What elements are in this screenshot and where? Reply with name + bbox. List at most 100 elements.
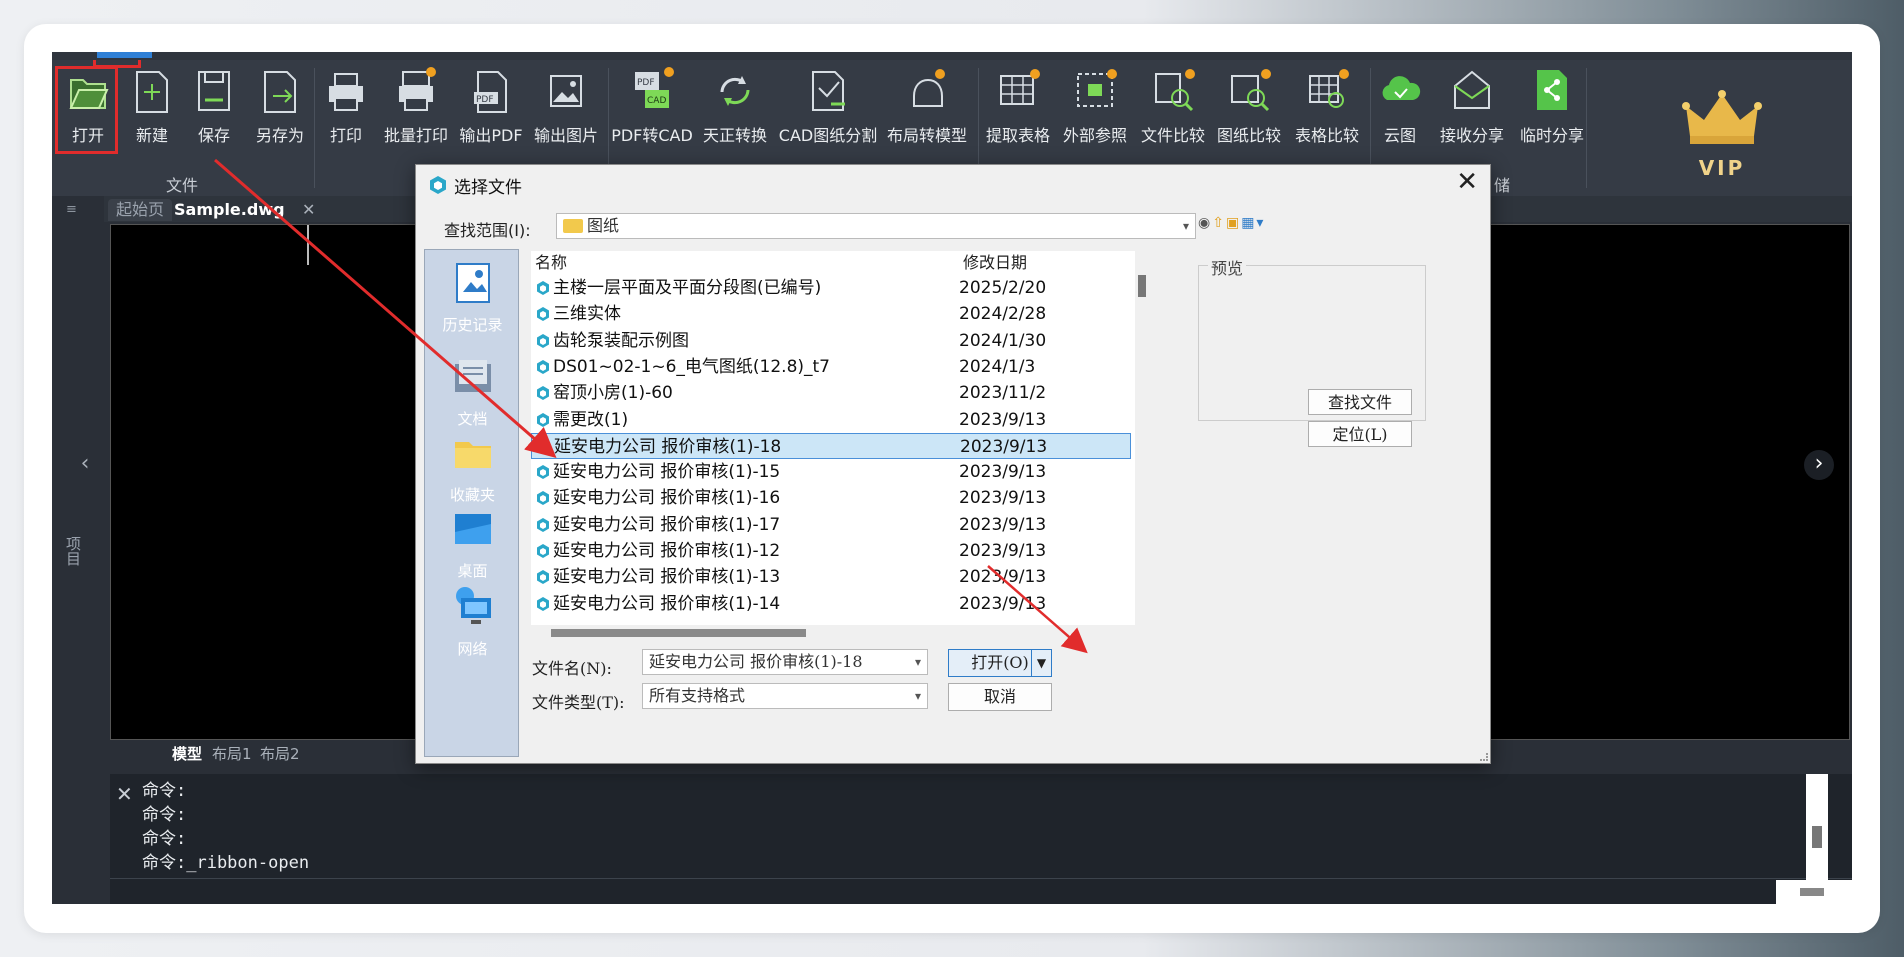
open-file-button[interactable]: 打开(O) ▼ bbox=[948, 649, 1052, 677]
command-scroll-thumb[interactable] bbox=[1812, 826, 1822, 848]
batch-print-button[interactable]: 批量打印 bbox=[378, 66, 454, 166]
up-folder-icon[interactable]: ⇧ bbox=[1212, 215, 1226, 231]
lookin-combo[interactable]: 图纸 ▾ bbox=[556, 213, 1196, 239]
close-command-icon[interactable]: ✕ bbox=[116, 782, 133, 806]
file-row[interactable]: 延安电力公司 报价审核(1)-12 2023/9/13 bbox=[531, 538, 1131, 564]
dwg-file-icon bbox=[537, 517, 549, 532]
chevron-down-icon[interactable]: ▾ bbox=[915, 650, 921, 674]
place-favorites[interactable]: 收藏夹 bbox=[425, 430, 520, 505]
place-documents[interactable]: 文档 bbox=[425, 354, 520, 429]
file-row[interactable]: 延安电力公司 报价审核(1)-15 2023/9/13 bbox=[531, 459, 1131, 485]
table-compare-icon bbox=[1304, 66, 1350, 116]
file-name: 主楼一层平面及平面分段图(已编号) bbox=[553, 278, 822, 298]
column-header-date[interactable]: 修改日期 bbox=[963, 251, 1027, 275]
find-file-button[interactable]: 查找文件(F)... bbox=[1308, 389, 1412, 438]
active-menu-tab[interactable] bbox=[97, 52, 152, 58]
file-row[interactable]: 三维实体 2024/2/28 bbox=[531, 301, 1131, 327]
xref-button[interactable]: 外部参照 bbox=[1058, 66, 1132, 166]
crown-icon bbox=[1682, 90, 1762, 144]
place-history[interactable]: 历史记录 bbox=[425, 260, 520, 335]
dialog-title: 选择文件 bbox=[454, 178, 522, 198]
pdf-to-cad-button[interactable]: PDF CAD PDF转CAD bbox=[610, 66, 694, 166]
dwg-file-icon bbox=[537, 491, 549, 506]
new-button[interactable]: 新建 bbox=[124, 66, 180, 166]
hscroll-thumb[interactable] bbox=[551, 629, 806, 637]
file-list-hscroll[interactable] bbox=[531, 625, 1135, 639]
file-date: 2023/9/13 bbox=[959, 593, 1047, 614]
batch-print-label: 批量打印 bbox=[383, 126, 448, 145]
dwg-file-icon bbox=[537, 359, 549, 374]
nav-right-icon[interactable]: › bbox=[1804, 450, 1834, 480]
print-button[interactable]: 打印 bbox=[320, 66, 372, 166]
left-side-panel[interactable]: ≡ 项目 bbox=[52, 196, 94, 904]
view-menu-icon[interactable]: ▦▾ bbox=[1241, 215, 1265, 231]
dialog-close-icon[interactable]: ✕ bbox=[1456, 167, 1478, 197]
file-name: 延安电力公司 报价审核(1)-12 bbox=[553, 541, 781, 561]
export-image-button[interactable]: 输出图片 bbox=[528, 66, 604, 166]
open-dropdown-icon[interactable]: ▼ bbox=[1031, 650, 1051, 676]
nav-left-icon[interactable]: ‹ bbox=[70, 450, 100, 480]
back-icon[interactable]: ◉ bbox=[1198, 215, 1212, 231]
file-name: DS01~02-1~6_电气图纸(12.8)_t7 bbox=[553, 356, 830, 377]
panel-menu-icon[interactable]: ≡ bbox=[66, 202, 77, 217]
file-row[interactable]: DS01~02-1~6_电气图纸(12.8)_t7 2024/1/3 bbox=[531, 354, 1131, 380]
tab-layout1[interactable]: 布局1 bbox=[212, 743, 252, 764]
chevron-down-icon[interactable]: ▾ bbox=[915, 684, 921, 708]
file-row[interactable]: 延安电力公司 报价审核(1)-13 2023/9/13 bbox=[531, 564, 1131, 590]
tab-start-page[interactable]: 起始页 bbox=[108, 199, 173, 221]
table-compare-button[interactable]: 表格比较 bbox=[1290, 66, 1364, 166]
save-as-button[interactable]: 另存为 bbox=[248, 66, 312, 166]
history-icon bbox=[451, 260, 495, 304]
filename-field[interactable]: 延安电力公司 报价审核(1)-18 ▾ bbox=[642, 649, 928, 675]
locate-button[interactable]: 定位(L) bbox=[1308, 421, 1412, 447]
cancel-button[interactable]: 取消 bbox=[948, 683, 1052, 711]
file-row[interactable]: 主楼一层平面及平面分段图(已编号) 2025/2/20 bbox=[531, 275, 1131, 301]
command-line-4: 命令:_ribbon-open bbox=[142, 853, 310, 873]
file-list[interactable]: 名称 修改日期 主楼一层平面及平面分段图(已编号) 2025/2/20 三维实体 20… bbox=[531, 251, 1135, 625]
vscroll-thumb[interactable] bbox=[1138, 275, 1146, 297]
file-date: 2023/9/13 bbox=[959, 488, 1047, 509]
folder-toolbar[interactable]: ◉⇧▣▦▾ bbox=[1198, 215, 1265, 231]
tianzheng-convert-button[interactable]: 天正转换 bbox=[698, 66, 772, 166]
place-network[interactable]: 网络 bbox=[425, 584, 520, 659]
cloud-button[interactable]: 云图 bbox=[1372, 66, 1428, 166]
save-as-icon bbox=[257, 66, 303, 116]
place-desktop[interactable]: 桌面 bbox=[425, 506, 520, 581]
save-icon bbox=[191, 66, 237, 116]
file-compare-button[interactable]: 文件比较 bbox=[1136, 66, 1210, 166]
open-highlight-box bbox=[55, 66, 118, 154]
command-window[interactable]: ✕ 命令: 命令: 命令: 命令:_ribbon-open bbox=[110, 774, 1852, 904]
layout-to-model-button[interactable]: 布局转模型 bbox=[882, 66, 972, 166]
file-row[interactable]: 延安电力公司 报价审核(1)-14 2023/9/13 bbox=[531, 591, 1131, 617]
filetype-label: 文件类型(T): bbox=[532, 693, 625, 712]
column-header-name[interactable]: 名称 bbox=[535, 251, 567, 275]
file-row[interactable]: 延安电力公司 报价审核(1)-17 2023/9/13 bbox=[531, 512, 1131, 538]
new-file-icon bbox=[129, 66, 175, 116]
project-panel-label[interactable]: 项目 bbox=[63, 536, 84, 566]
file-row[interactable]: 延安电力公司 报价审核(1)-16 2023/9/13 bbox=[531, 485, 1131, 511]
file-row[interactable]: 窑顶小房(1)-60 2023/11/2 bbox=[531, 380, 1131, 406]
cad-split-button[interactable]: CAD图纸分割 bbox=[776, 66, 880, 166]
file-name: 齿轮泵装配示例图 bbox=[553, 330, 689, 351]
new-folder-icon[interactable]: ▣ bbox=[1226, 215, 1241, 231]
file-list-vscroll[interactable] bbox=[1136, 251, 1148, 625]
receive-share-button[interactable]: 接收分享 bbox=[1432, 66, 1512, 166]
tab-layout2[interactable]: 布局2 bbox=[260, 743, 300, 764]
tab-model[interactable]: 模型 bbox=[172, 743, 202, 764]
tianzheng-convert-label: 天正转换 bbox=[702, 126, 767, 145]
file-row[interactable]: 延安电力公司 报价审核(1)-18 2023/9/13 bbox=[531, 432, 1131, 459]
desktop-icon bbox=[451, 506, 495, 550]
vip-badge[interactable]: VIP bbox=[1682, 88, 1762, 180]
drawing-compare-button[interactable]: 图纸比较 bbox=[1212, 66, 1286, 166]
close-tab-icon[interactable]: ✕ bbox=[294, 199, 323, 221]
export-pdf-button[interactable]: PDF 输出PDF bbox=[456, 66, 526, 166]
resize-grip-icon[interactable] bbox=[1480, 753, 1488, 761]
extract-table-button[interactable]: 提取表格 bbox=[982, 66, 1054, 166]
tab-sample-dwg[interactable]: Sample.dwg bbox=[166, 199, 293, 221]
file-row[interactable]: 需更改(1) 2023/9/13 bbox=[531, 407, 1131, 433]
filetype-select[interactable]: 所有支持格式 ▾ bbox=[642, 683, 928, 709]
pdf-to-cad-icon: PDF CAD bbox=[629, 66, 675, 116]
temp-share-button[interactable]: 临时分享 bbox=[1514, 66, 1590, 166]
file-row[interactable]: 齿轮泵装配示例图 2024/1/30 bbox=[531, 328, 1131, 354]
save-button[interactable]: 保存 bbox=[186, 66, 242, 166]
